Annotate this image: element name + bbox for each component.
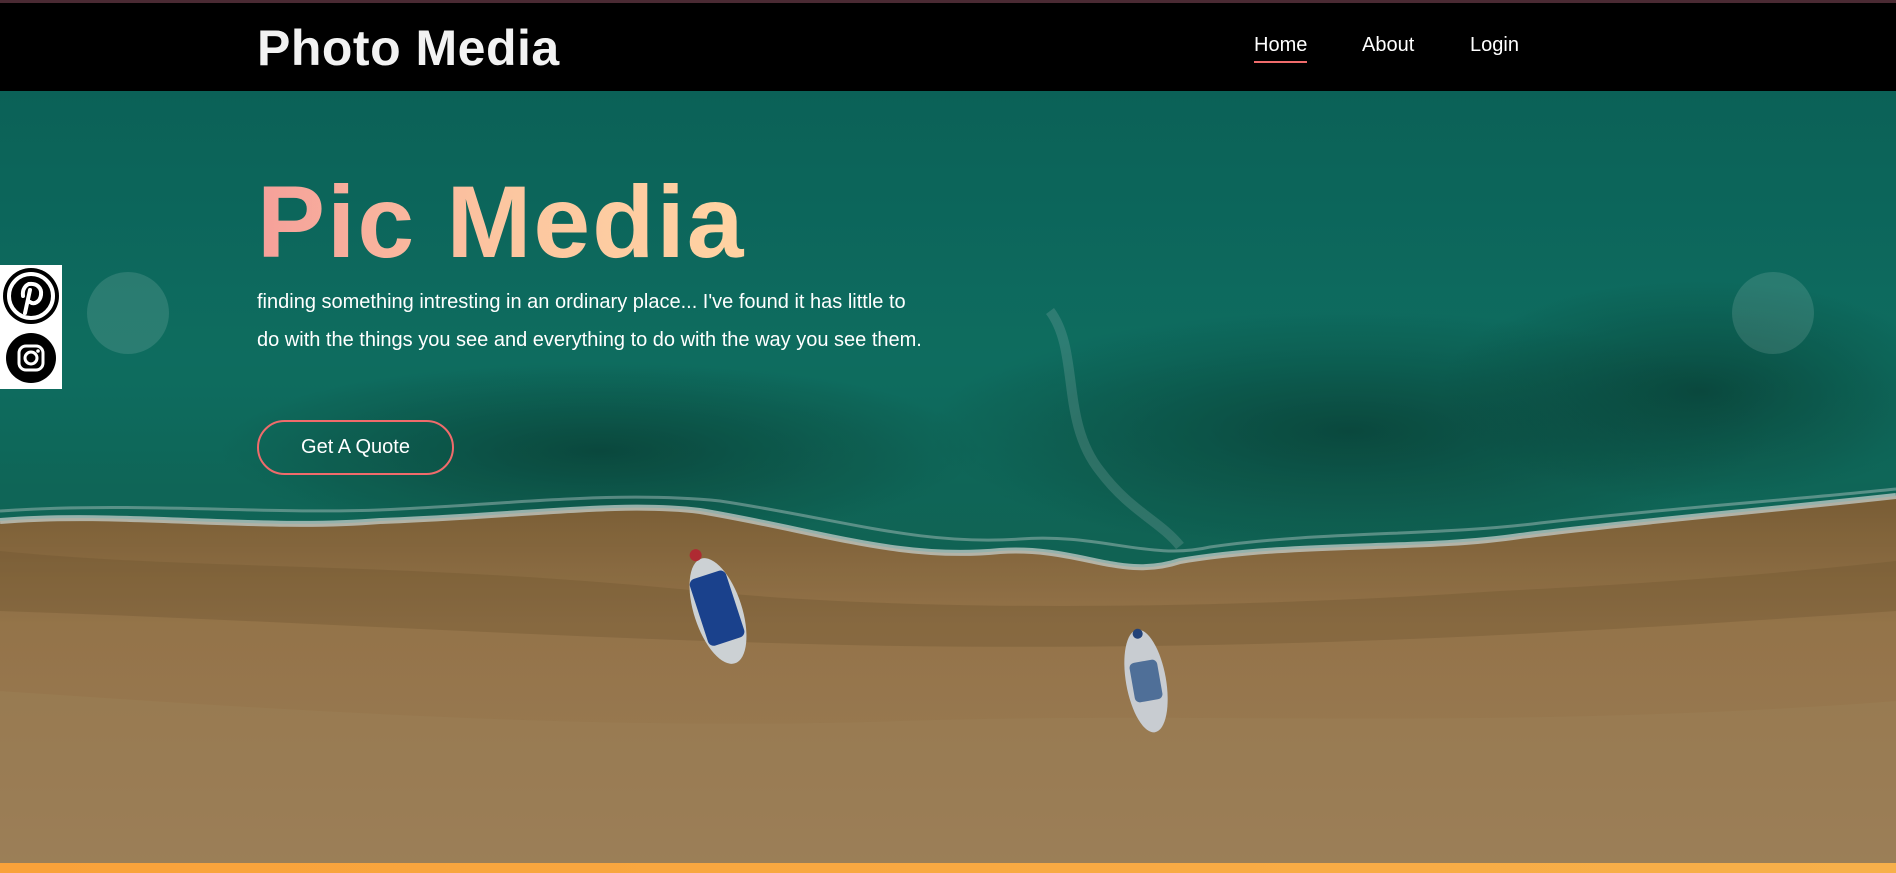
instagram-link[interactable] (0, 327, 62, 389)
hero-section: Pic Media finding something intresting i… (0, 91, 1896, 863)
nav-link-login[interactable]: Login (1470, 33, 1519, 57)
nav-link-about[interactable]: About (1362, 33, 1414, 57)
pinterest-link[interactable] (0, 265, 62, 327)
brand-logo[interactable]: Photo Media (257, 19, 560, 77)
hero-description-line-1: finding something intresting in an ordin… (257, 291, 906, 313)
carousel-next-button[interactable] (1732, 272, 1814, 354)
nav-link-home[interactable]: Home (1254, 33, 1308, 63)
pinterest-icon (3, 268, 59, 324)
carousel-prev-button[interactable] (87, 272, 169, 354)
get-a-quote-button[interactable]: Get A Quote (257, 420, 454, 475)
hero-description: finding something intresting in an ordin… (257, 283, 957, 359)
hero-title: Pic Media (257, 165, 746, 279)
hero-description-line-2: do with the things you see and everythin… (257, 329, 922, 351)
navbar: Photo Media Home About Login (0, 3, 1896, 91)
instagram-icon (6, 333, 56, 383)
bottom-accent-bar (0, 863, 1896, 873)
social-sidebar (0, 265, 62, 389)
